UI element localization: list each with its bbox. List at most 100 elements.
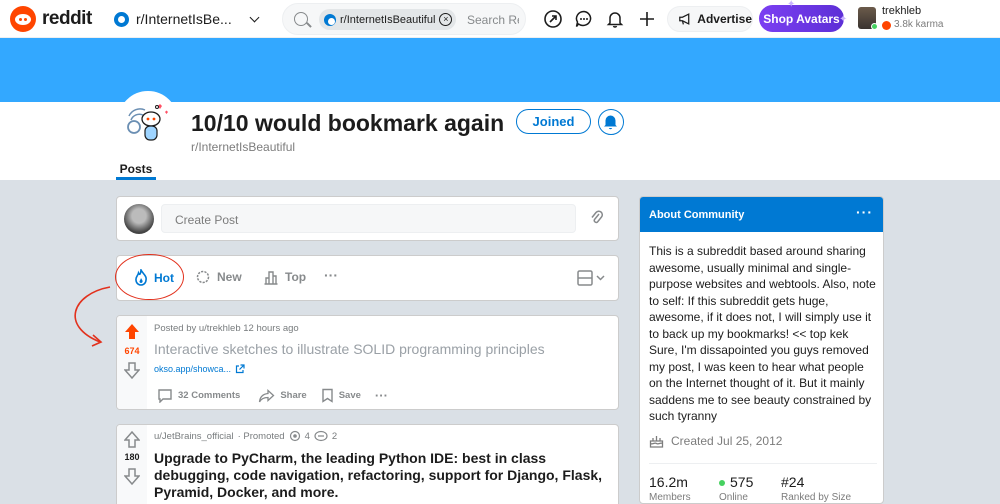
community-switcher-label: r/InternetIsBe... [136,11,232,27]
post-actions: 32 Comments Share Save ··· [157,388,388,403]
link-attach-icon[interactable] [590,209,604,227]
chevron-down-icon [249,12,260,23]
community-switcher[interactable]: r/InternetIsBe... [110,7,262,31]
active-tab-indicator [116,177,156,180]
online-dot-icon [719,480,725,487]
top-navigation-bar: reddit r/InternetIsBe... r/InternetIsBea… [0,0,1000,38]
post-meta: Posted by u/trekhleb 12 hours ago [154,323,299,334]
share-icon [259,388,275,402]
sort-new-button[interactable]: New [195,269,242,285]
members-count: 16.2m [649,474,688,490]
post-more-label: ··· [374,388,388,403]
rank-label: Ranked by Size [781,492,852,503]
vote-column: 674 [117,316,147,409]
joined-button[interactable]: Joined [516,109,591,134]
save-button[interactable]: Save [321,388,361,403]
created-date: Created Jul 25, 2012 [671,434,783,448]
community-name: r/InternetIsBeautiful [191,140,296,154]
divider [649,463,877,464]
advertise-label: Advertise [697,12,752,26]
community-notifications-button[interactable] [598,109,624,135]
share-label: Share [280,390,307,401]
sparkle-icon: ✦ [787,0,796,10]
user-menu[interactable]: trekhleb 3.8k karma [858,4,998,34]
sparkle-icon: ✦ [839,14,848,25]
online-status-icon [871,23,878,30]
award-count: 4 [304,430,310,442]
rank-value: #24 [781,474,805,490]
downvote-icon[interactable] [124,362,140,379]
cake-icon [649,436,664,448]
snoo-mascot-icon [121,94,175,148]
sort-more-label: ··· [324,267,338,283]
about-community-header: About Community ··· [640,197,883,232]
user-karma: 3.8k karma [894,19,944,30]
promoted-post-card[interactable]: 180 u/JetBrains_official · Promoted 4 2 … [116,424,619,504]
vote-count: 180 [124,452,140,462]
community-avatar [118,91,178,151]
award-count: 2 [331,430,338,442]
search-community-chip[interactable]: r/InternetIsBeautiful × [319,9,457,30]
comments-label: 32 Comments [178,390,241,401]
create-post-input[interactable]: Create Post [161,204,576,233]
top-chart-icon [264,271,278,285]
online-count: 575 [730,474,754,490]
search-chip-label: r/InternetIsBeautiful [340,13,436,26]
megaphone-icon [679,13,690,25]
post-external-link[interactable]: okso.app/showca... [154,364,245,374]
reddit-logo[interactable]: reddit [10,6,92,32]
promoted-label: · Promoted [237,430,285,442]
logo-text: reddit [42,8,92,29]
about-community-widget: About Community ··· This is a subreddit … [639,196,884,504]
upvote-icon[interactable] [124,323,140,340]
post-meta: u/JetBrains_official · Promoted 4 2 [154,430,337,442]
search-input[interactable]: Search Re [467,13,519,27]
online-stat: 575 Online [719,474,753,503]
reddit-alien-icon [10,6,36,32]
shop-avatars-label: Shop Avatars [763,11,840,26]
sort-more-button[interactable]: ··· [324,267,338,283]
upvote-icon[interactable] [124,431,140,448]
view-layout-toggle[interactable] [577,270,607,286]
search-icon [294,12,308,26]
create-plus-icon[interactable] [637,9,657,29]
create-post-box: Create Post [116,196,619,241]
chat-icon[interactable] [574,9,594,29]
sort-new-label: New [217,270,242,284]
post-title[interactable]: Upgrade to PyCharm, the leading Python I… [154,450,614,501]
award-icon [289,430,300,442]
community-icon [114,11,129,27]
post-card[interactable]: 674 Posted by u/trekhleb 12 hours ago In… [116,315,619,410]
members-label: Members [649,492,691,503]
post-author[interactable]: u/JetBrains_official [154,431,234,442]
new-burst-icon [196,270,210,284]
shop-avatars-button[interactable]: Shop Avatars [759,5,844,32]
community-description: This is a subreddit based around sharing… [649,244,876,423]
annotation-circle [115,254,184,300]
external-link-icon [235,364,245,374]
advertise-button[interactable]: Advertise [667,6,753,32]
sort-top-button[interactable]: Top [263,269,306,285]
clear-chip-icon[interactable]: × [439,13,453,26]
downvote-icon[interactable] [124,468,140,485]
sort-top-label: Top [285,270,307,284]
comments-button[interactable]: 32 Comments [157,388,240,403]
post-link-text: okso.app/showca... [154,364,232,374]
search-bar[interactable]: r/InternetIsBeautiful × Search Re [282,3,526,35]
popular-arrow-icon[interactable] [543,9,563,29]
share-button[interactable]: Share [258,388,307,403]
notification-bell-icon[interactable] [605,9,625,29]
vote-count: 674 [124,346,140,356]
bookmark-icon [322,388,333,403]
community-chip-icon [324,13,336,26]
comment-icon [158,389,172,403]
user-name: trekhleb [882,5,922,17]
about-more-button[interactable]: ··· [856,204,873,220]
post-title[interactable]: Interactive sketches to illustrate SOLID… [154,341,545,357]
annotation-arrow [74,286,111,347]
community-created: Created Jul 25, 2012 [649,434,782,448]
online-label: Online [719,492,748,503]
save-label: Save [338,390,361,401]
post-more-button[interactable]: ··· [375,388,388,403]
user-avatar[interactable] [124,204,154,234]
